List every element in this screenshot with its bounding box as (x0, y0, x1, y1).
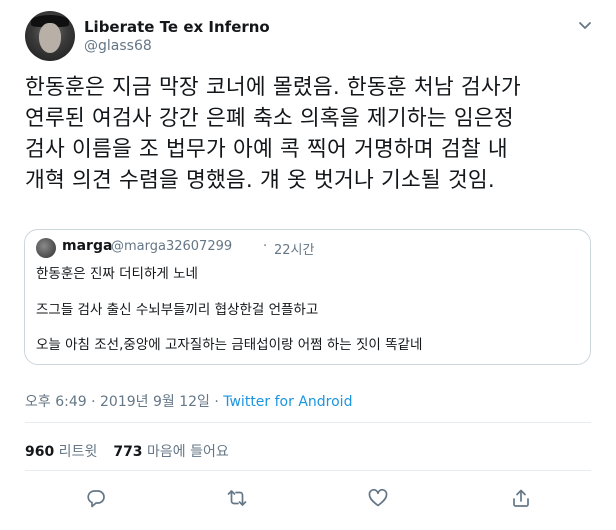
retweet-icon[interactable] (226, 487, 248, 509)
tweet-text: 한동훈은 지금 막장 코너에 몰렸음. 한동훈 처남 검사가 연루된 여검사 강… (25, 75, 521, 193)
author-handle[interactable]: @glass68 (84, 38, 152, 54)
reply-icon[interactable] (85, 487, 107, 509)
quoted-timestamp: 22시간 (274, 243, 315, 258)
tweet-meta: 오후 6:49 · 2019년 9월 12일 · Twitter for And… (25, 391, 352, 411)
author-name[interactable]: Liberate Te ex Inferno (84, 18, 270, 36)
likes-stat[interactable]: 773 마음에 들어요 (113, 444, 228, 460)
quoted-separator: · (263, 239, 268, 254)
quoted-author-handle: @marga32607299 (111, 239, 233, 254)
tweet-timestamp[interactable]: 오후 6:49 · 2019년 9월 12일 · (25, 394, 223, 410)
quoted-text-line: 오늘 아침 조선,중앙에 고자질하는 금태섭이랑 어쩜 하는 짓이 똑같네 (36, 337, 423, 353)
tweet-card: Liberate Te ex Inferno @glass68 한동훈은 지금 … (0, 0, 616, 530)
quoted-author-name: marga (62, 238, 113, 254)
avatar-mask (39, 23, 61, 53)
chevron-down-icon[interactable] (574, 14, 596, 36)
likes-count: 773 (113, 444, 143, 460)
quoted-avatar (36, 238, 56, 258)
quoted-tweet[interactable]: marga @marga32607299 · 22시간 한동훈은 진짜 더티하게… (24, 229, 591, 365)
tweet-source-link[interactable]: Twitter for Android (223, 394, 352, 410)
divider (25, 422, 591, 423)
retweets-label: 리트윗 (54, 444, 98, 460)
tweet-stats: 960 리트윗 773 마음에 들어요 (25, 441, 229, 461)
likes-label: 마음에 들어요 (142, 444, 229, 460)
retweets-count: 960 (25, 444, 55, 460)
avatar[interactable] (25, 11, 75, 61)
heart-icon[interactable] (367, 487, 389, 509)
share-icon[interactable] (510, 487, 532, 509)
quoted-text-line: 한동훈은 진짜 더티하게 노네 (36, 266, 198, 282)
quoted-text-line: 즈그들 검사 출신 수뇌부들끼리 협상한걸 언플하고 (36, 302, 319, 318)
retweets-stat[interactable]: 960 리트윗 (25, 444, 97, 460)
divider (25, 470, 591, 471)
